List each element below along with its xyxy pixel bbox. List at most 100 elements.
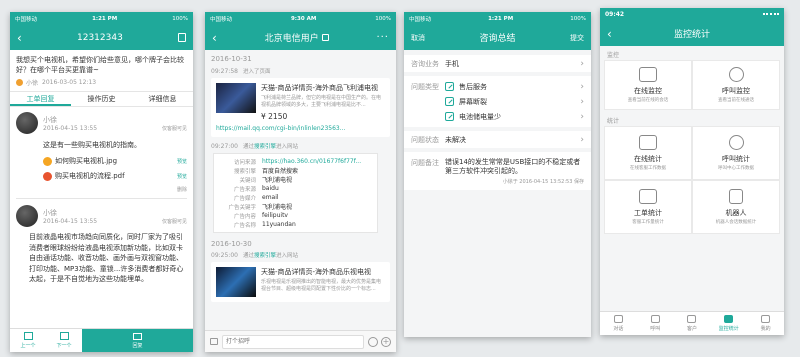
next-icon [59,332,69,340]
clock: 1:21 PM [92,15,118,22]
nav-bar: ‹ 北京电信用户 ··· [205,25,396,50]
chart-icon [639,135,657,150]
signal-icon [763,12,779,17]
chevron-right-icon: › [580,58,584,69]
business-row[interactable]: 咨询业务 手机 › [404,55,591,72]
keyboard-icon[interactable] [210,338,218,345]
source-info-table: 访问来源 https://hao.360.cn/01677f6f77f... 搜索… [213,153,378,233]
attachment-name[interactable]: 如何购买电视机.jpg [55,156,117,166]
phone-monitor-stats: 09:42 ‹ 监控统计 监控 在线监控 查看当前在线的会话 呼叫监控 查看当前在线… [600,8,784,335]
image-file-icon [43,156,52,166]
clock: 9:30 AM [290,15,317,22]
tile-title: 呼叫统计 [722,155,750,163]
tile-ticket-stats[interactable]: 工单统计 客服工作量统计 [604,180,692,234]
nav-bar: ‹ 监控统计 [600,21,784,46]
battery: 100% [375,15,391,22]
tab-bar: 对话 呼叫 客户 监控统计 我的 [600,311,784,335]
reply-time: 2016-04-15 13:55 [43,124,98,132]
clock: 09:42 [605,11,625,18]
product-card[interactable]: 天猫-商品详情页-海外商品飞利浦电视 飞利浦是荷兰品牌，但它的电视是在中国生产的… [211,78,390,137]
type-value[interactable]: 电池储电量少 [459,112,501,122]
tab-me[interactable]: 我的 [747,315,784,332]
tile-call-stats[interactable]: 呼叫统计 呼叫中心工作数据 [692,126,780,180]
status-bar: 中国移动 9:30 AM 100% [205,12,396,25]
event-suffix: 进入网站 [275,253,298,259]
tab-call[interactable]: 呼叫 [637,315,674,332]
state-row[interactable]: 问题状态 未解决 › [404,131,591,148]
prev-button[interactable]: 上一个 [10,332,46,349]
type-value[interactable]: 售后服务 [459,82,487,92]
back-icon[interactable]: ‹ [607,27,612,41]
dropdown-icon[interactable] [321,34,329,41]
info-value: email [262,194,279,201]
reply-2: 小徐 2016-04-15 13:55 仅客服可见 目前液晶电视市场趋向同质化，同… [10,199,193,291]
tile-sub: 客服工作量统计 [632,220,664,225]
info-value: feilipuitv [262,212,288,219]
tile-robot[interactable]: 机器人 机器人会话数据统计 [692,180,780,234]
note-meta: 小徐于 2016-04-15 13:52:53 保存 [502,179,584,185]
robot-icon [729,189,743,204]
info-value: 飞利浦电视 [262,177,293,184]
trash-icon[interactable] [178,33,186,42]
plus-icon[interactable]: + [381,336,391,347]
customer-icon [687,315,697,323]
note-row[interactable]: 问题备注 错误14的发生常常是USB接口的不稳定或者第三方软件冲突引起的。 小徐… [404,152,591,190]
search-engine-link[interactable]: 搜索引擎 [254,251,276,259]
attachment-name[interactable]: 购买电视机的流程.pdf [55,171,125,181]
cancel-button[interactable]: 取消 [411,33,425,43]
info-value[interactable]: https://hao.360.cn/01677f6f77f... [262,158,361,165]
visibility-tag: 仅客服可见 [161,125,187,132]
monitor-icon [639,67,657,82]
back-icon[interactable]: ‹ [17,31,22,45]
event-text: 进入了页面 [242,69,271,75]
date-label: 2016-10-30 [211,240,252,248]
tile-sub: 在线客服工作数据 [630,166,666,171]
info-key: 访问来源 [233,159,256,166]
emoji-icon[interactable] [368,336,378,347]
delete-link[interactable]: 删除 [177,187,187,193]
product-card[interactable]: 天猫-商品详情页-海外商品乐视电视 乐视电视是乐视网推出的智能电视，最大的优势是… [211,262,390,302]
more-icon[interactable]: ··· [376,32,389,43]
tab-customer[interactable]: 客户 [674,315,711,332]
info-key: 广告来源 [233,186,256,193]
phone-visitor-track: 中国移动 9:30 AM 100% ‹ 北京电信用户 ··· 2016-10-31 … [205,12,396,352]
asker-avatar [16,79,23,86]
question-block: 我想买个电视机，希望你们给些意见，哪个牌子会比较好？在哪个平台买更靠谱~ 小徐 … [10,50,193,91]
type-value[interactable]: 屏幕断裂 [459,97,487,107]
field-label: 问题备注 [411,159,439,167]
search-engine-link[interactable]: 搜索引擎 [254,142,276,150]
event-prefix: 通过 [242,253,254,259]
preview-link[interactable]: 预览 [177,173,187,180]
phone-ticket-detail: 中国移动 1:21 PM 100% ‹ 12312343 我想买个电视机，希望你们给… [10,12,193,352]
state-value: 未解决 [445,135,466,144]
tab-reply[interactable]: 工单回复 [10,92,71,106]
tile-online-monitor[interactable]: 在线监控 查看当前在线的会话 [604,60,692,110]
asker-date: 2016-03-05 12:13 [42,79,97,86]
note-text: 错误14的发生常常是USB接口的不稳定或者第三方软件冲突引起的。 [445,158,581,175]
avatar [16,205,38,227]
status-bar: 09:42 [600,8,784,21]
preview-link[interactable]: 预览 [177,158,187,165]
attachment-row: 如何购买电视机.jpg 预览 [43,156,187,166]
info-value: 11yuandan [262,221,296,228]
message-input[interactable] [222,334,364,349]
tab-chat[interactable]: 对话 [600,315,637,332]
event-time: 09:27:58 [211,67,238,75]
tile-call-monitor[interactable]: 呼叫监控 查看当前在线通话 [692,60,780,110]
tab-history[interactable]: 操作历史 [71,94,132,104]
tab-monitor[interactable]: 监控统计 [710,315,747,332]
next-button[interactable]: 下一个 [46,332,82,349]
tab-details[interactable]: 详细信息 [132,94,193,104]
card-desc: 乐视电视是乐视网推出的智能电视，最大的优势是集电视台节目、超级电视是同配置下性价… [261,279,382,292]
card-url[interactable]: https://mail.qq.com/cgi-bin/inlinlen2356… [216,125,385,132]
tile-online-stats[interactable]: 在线统计 在线客服工作数据 [604,126,692,180]
question-text: 我想买个电视机，希望你们给些意见，哪个牌子会比较好？在哪个平台买更靠谱~ [16,56,184,74]
submit-button[interactable]: 提交 [570,33,584,43]
reply-text: 目前液晶电视市场趋向同质化，同时厂家为了吸引消费者眼球纷纷给液晶电视添加新功能，… [29,233,184,283]
reply-button[interactable]: 回复 [82,329,193,352]
card-title: 天猫-商品详情页-海外商品飞利浦电视 [261,84,379,92]
prev-icon [23,332,33,340]
event-time: 09:27:00 [211,142,238,150]
field-label: 问题状态 [411,135,439,144]
back-icon[interactable]: ‹ [212,31,217,45]
